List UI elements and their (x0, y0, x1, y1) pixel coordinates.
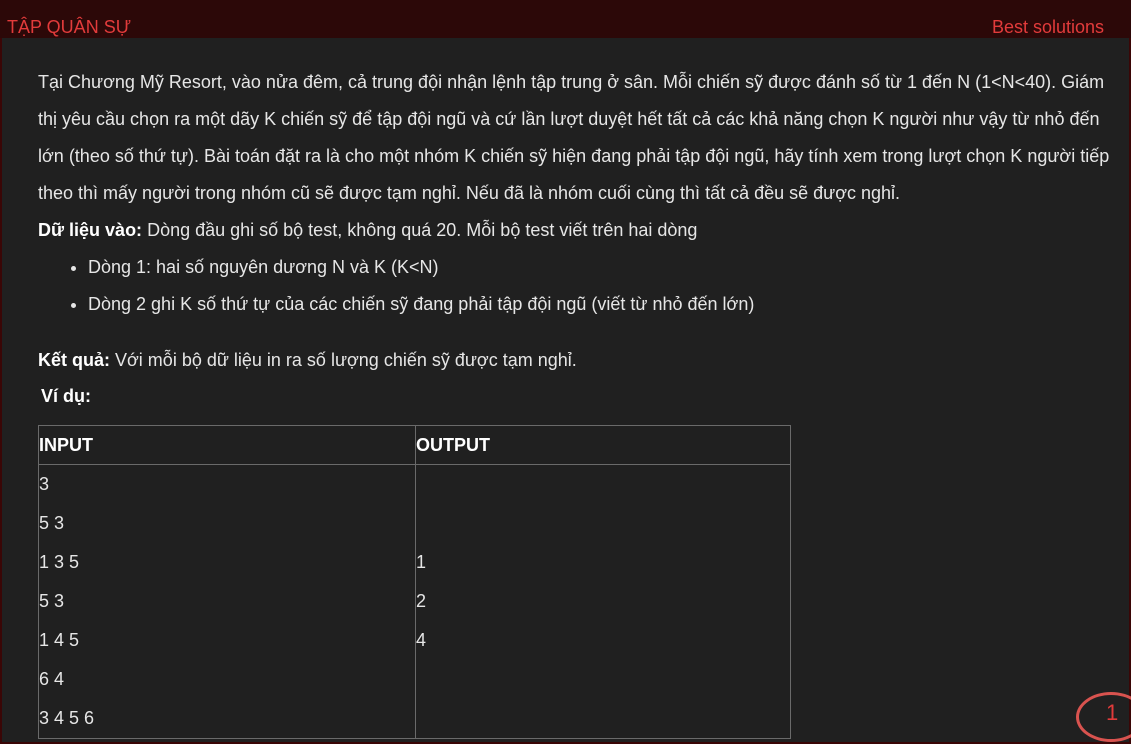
input-line: 5 3 (39, 591, 65, 611)
output-description: Kết quả: Với mỗi bộ dữ liệu in ra số lượ… (38, 342, 1113, 379)
input-column-header: INPUT (38, 425, 416, 465)
problem-title: TẬP QUÂN SỰ (7, 17, 132, 37)
input-cell: 3 5 3 1 3 5 5 3 1 4 5 6 4 3 4 5 6 (38, 464, 416, 739)
output-label: Kết quả: (38, 350, 110, 370)
input-label: Dữ liệu vào: (38, 220, 143, 240)
input-line: 1 4 5 (39, 630, 80, 650)
input-format-list: Dòng 1: hai số nguyên dương N và K (K<N)… (38, 249, 1113, 323)
input-description: Dữ liệu vào: Dòng đầu ghi số bộ test, kh… (38, 212, 1113, 249)
input-line: 3 4 5 6 (39, 708, 95, 728)
output-line: 2 (416, 591, 427, 611)
input-text: Dòng đầu ghi số bộ test, không quá 20. M… (142, 220, 698, 240)
output-text: Với mỗi bộ dữ liệu in ra số lượng chiến … (110, 350, 577, 370)
output-column-header: OUTPUT (415, 425, 791, 465)
best-solutions-link[interactable]: Best solutions (992, 17, 1104, 38)
output-cell: 1 2 4 (415, 464, 791, 739)
input-line: 6 4 (39, 669, 65, 689)
header-bar: TẬP QUÂN SỰ Best solutions (0, 0, 1131, 38)
output-line: 4 (416, 630, 427, 650)
example-label: Ví dụ: (41, 386, 91, 406)
table-row: 3 5 3 1 3 5 5 3 1 4 5 6 4 3 4 5 6 1 2 4 (38, 464, 791, 739)
output-line: 1 (416, 552, 427, 572)
input-line: 5 3 (39, 513, 65, 533)
list-item: Dòng 2 ghi K số thứ tự của các chiến sỹ … (88, 286, 1113, 323)
input-line: 1 3 5 (39, 552, 80, 572)
problem-content: Tại Chương Mỹ Resort, vào nửa đêm, cả tr… (38, 64, 1113, 411)
list-item: Dòng 1: hai số nguyên dương N và K (K<N) (88, 249, 1113, 286)
notification-count: 1 (1106, 700, 1119, 725)
table-header-row: INPUT OUTPUT (38, 425, 791, 465)
input-line: 3 (39, 474, 50, 494)
problem-statement: Tại Chương Mỹ Resort, vào nửa đêm, cả tr… (38, 72, 1110, 203)
example-table: INPUT OUTPUT 3 5 3 1 3 5 5 3 1 4 5 6 4 3… (38, 425, 791, 739)
